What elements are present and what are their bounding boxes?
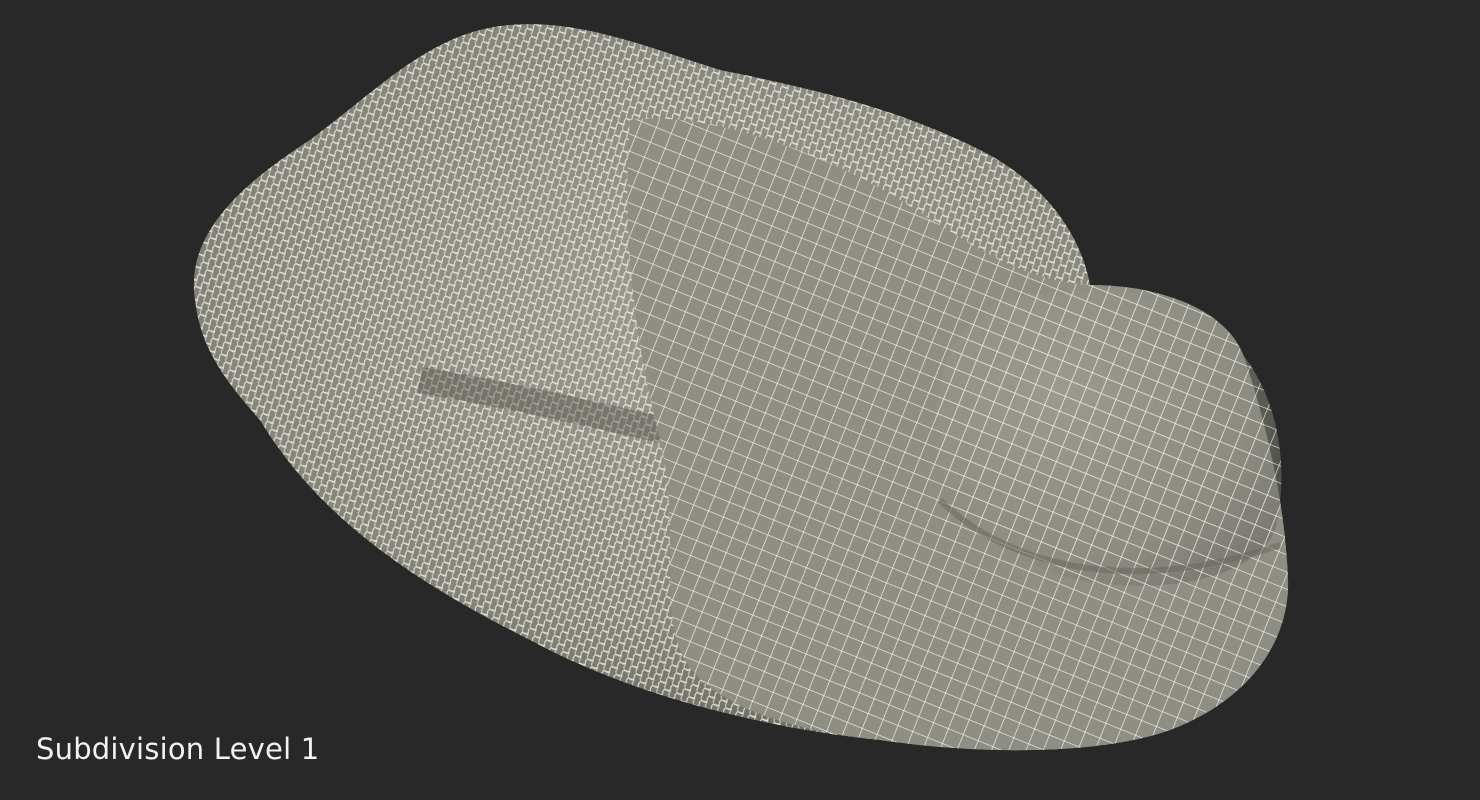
- subdivision-level-caption: Subdivision Level 1: [36, 732, 320, 766]
- render-viewport: Subdivision Level 1: [0, 0, 1480, 800]
- mesh-render: [193, 24, 1289, 751]
